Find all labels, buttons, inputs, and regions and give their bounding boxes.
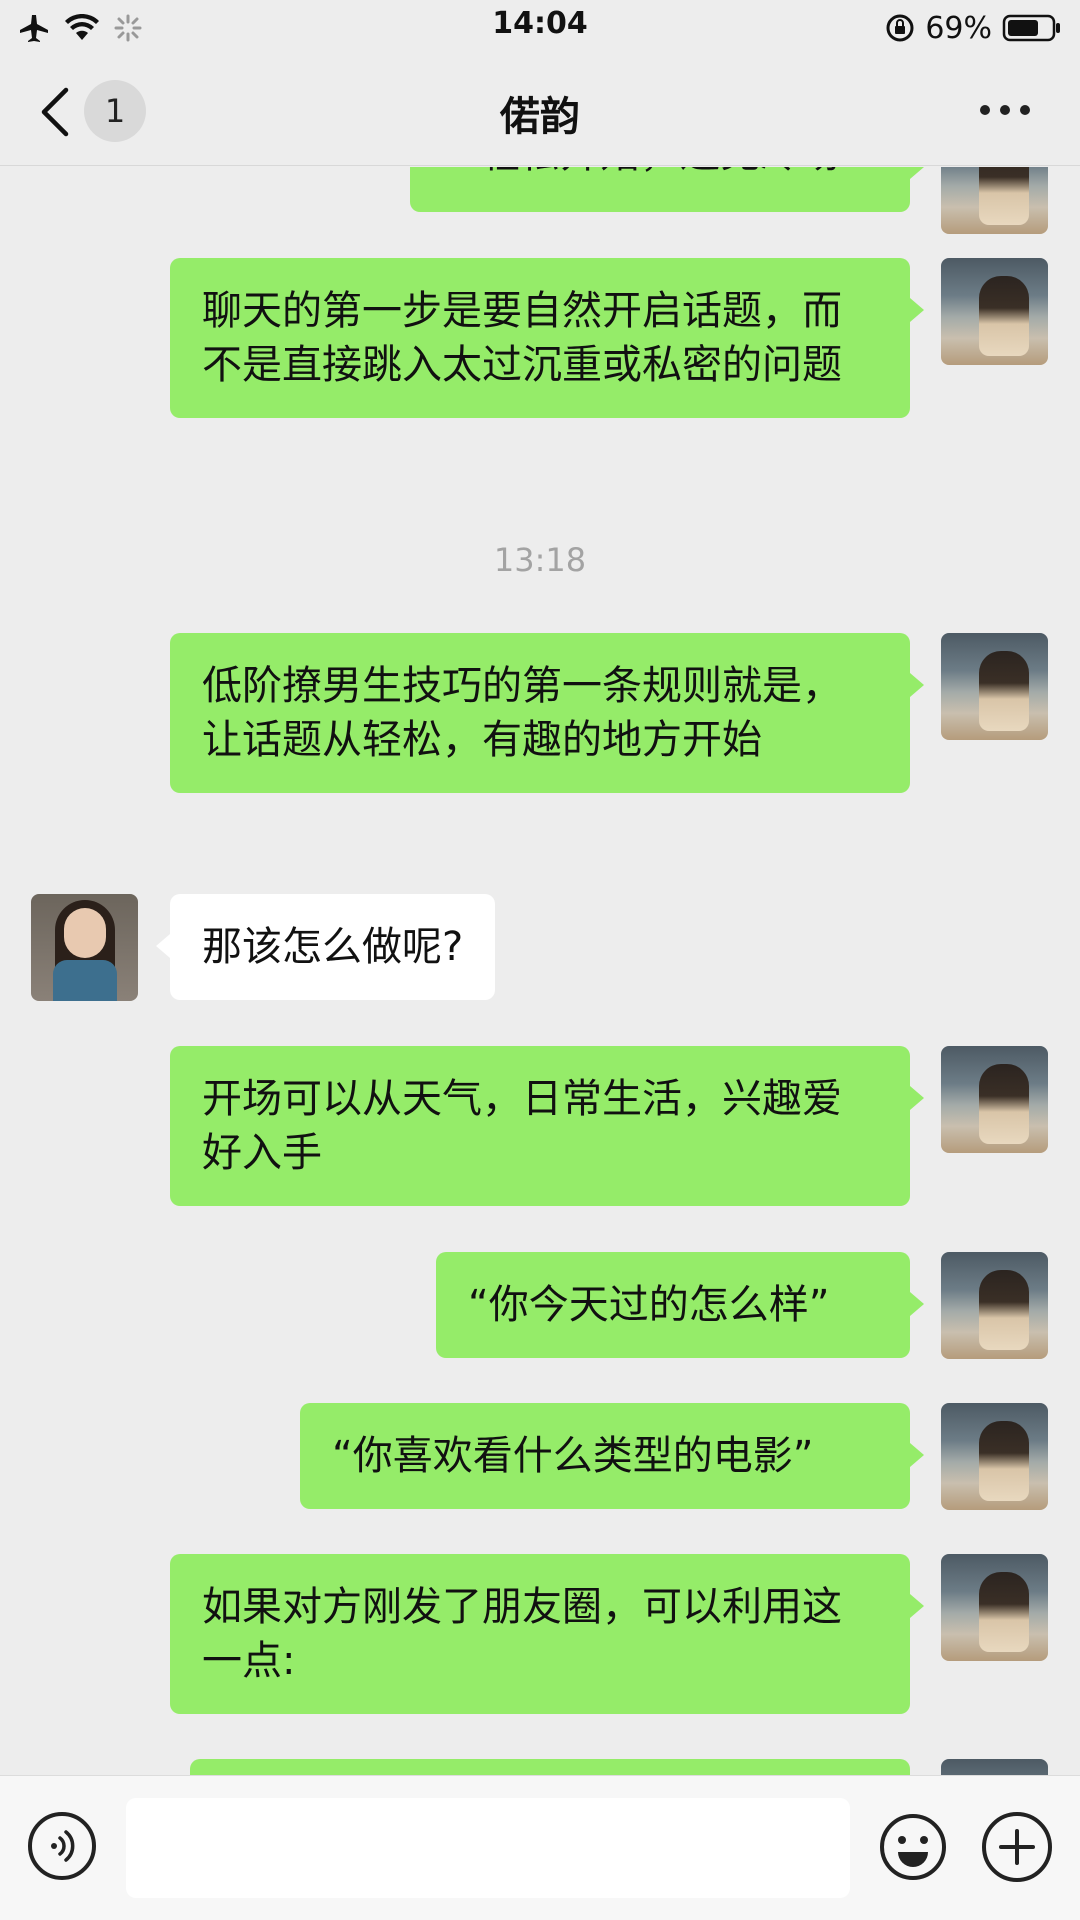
voice-icon	[51, 1830, 75, 1862]
more-button[interactable]	[980, 98, 1040, 122]
chat-area[interactable]: 1.轻松开始，避免冷场 聊天的第一步是要自然开启话题，而不是直接跳入太过沉重或私…	[0, 167, 1080, 1775]
message-text: “你今天过的怎么样”	[468, 1282, 830, 1328]
message-bubble-sent[interactable]: “你喜欢看什么类型的电影”	[300, 1403, 924, 1509]
voice-button[interactable]	[28, 1812, 96, 1880]
message-bubble-sent[interactable]: 低阶撩男生技巧的第一条规则就是，让话题从轻松，有趣的地方开始	[170, 633, 924, 793]
message-bubble-sent[interactable]: “你今天过的怎么样”	[436, 1252, 924, 1358]
chat-timestamp: 13:18	[493, 541, 587, 579]
message-bubble-sent[interactable]: 开场可以从天气，日常生活，兴趣爱好入手	[170, 1046, 924, 1206]
plus-button[interactable]	[982, 1812, 1052, 1882]
more-icon-dot	[1000, 105, 1010, 115]
my-avatar[interactable]	[941, 1252, 1048, 1359]
contact-avatar[interactable]	[31, 894, 138, 1001]
my-avatar[interactable]	[941, 258, 1048, 365]
avatar-figure	[979, 1064, 1029, 1144]
message-text: 开场可以从天气，日常生活，兴趣爱好入手	[202, 1076, 842, 1176]
message-text: 聊天的第一步是要自然开启话题，而不是直接跳入太过沉重或私密的问题	[202, 288, 842, 388]
avatar-figure	[979, 1421, 1029, 1501]
message-bubble-sent[interactable]: 如果对方刚发了朋友圈，可以利用这一点:	[170, 1554, 924, 1714]
my-avatar[interactable]	[941, 167, 1048, 234]
avatar-figure	[979, 651, 1029, 731]
message-bubble-received[interactable]: 那该怎么做呢?	[155, 894, 496, 1000]
plus-icon	[999, 1829, 1035, 1865]
avatar-figure	[979, 276, 1029, 356]
more-icon-dot	[980, 105, 990, 115]
message-text: 1.轻松开始，避免冷场	[442, 167, 840, 177]
my-avatar[interactable]	[941, 1759, 1048, 1775]
nav-bar: 1 偌韵	[0, 56, 1080, 166]
message-text: 那该怎么做呢?	[202, 924, 464, 970]
emoji-icon	[880, 1814, 946, 1880]
emoji-button[interactable]	[878, 1812, 948, 1882]
status-time: 14:04	[492, 6, 588, 41]
message-text: 如果对方刚发了朋友圈，可以利用这一点:	[202, 1584, 842, 1684]
avatar-body	[53, 960, 117, 1001]
message-bubble-sent[interactable]	[190, 1759, 910, 1775]
message-text: 低阶撩男生技巧的第一条规则就是，让话题从轻松，有趣的地方开始	[202, 663, 842, 763]
my-avatar[interactable]	[941, 633, 1048, 740]
avatar-face	[64, 908, 106, 958]
chat-title: 偌韵	[500, 94, 580, 140]
message-input[interactable]	[126, 1798, 850, 1898]
status-bar: 14:04 69%	[0, 0, 1080, 56]
message-bubble-sent[interactable]: 聊天的第一步是要自然开启话题，而不是直接跳入太过沉重或私密的问题	[170, 258, 924, 418]
my-avatar[interactable]	[941, 1554, 1048, 1661]
my-avatar[interactable]	[941, 1403, 1048, 1510]
avatar-figure	[979, 1270, 1029, 1350]
more-icon-dot	[1020, 105, 1030, 115]
message-text: “你喜欢看什么类型的电影”	[332, 1433, 814, 1479]
input-bar	[0, 1775, 1080, 1920]
message-bubble-sent[interactable]: 1.轻松开始，避免冷场	[410, 167, 924, 212]
my-avatar[interactable]	[941, 1046, 1048, 1153]
avatar-figure	[979, 167, 1029, 225]
avatar-figure	[979, 1572, 1029, 1652]
